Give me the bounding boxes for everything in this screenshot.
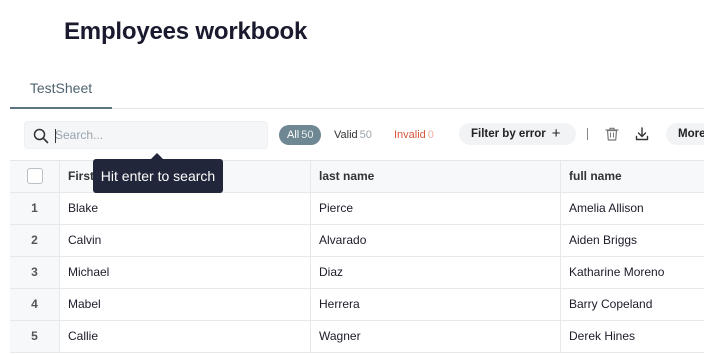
search-input[interactable] bbox=[55, 126, 260, 144]
cell-first-name[interactable]: Michael bbox=[60, 257, 311, 288]
table-row: 2 Calvin Alvarado Aiden Briggs bbox=[10, 225, 704, 257]
filter-invalid-label: Invalid bbox=[394, 129, 426, 141]
search-tooltip: Hit enter to search bbox=[93, 159, 223, 193]
cell-first-name[interactable]: Blake bbox=[60, 193, 311, 224]
cell-last-name[interactable]: Alvarado bbox=[311, 225, 561, 256]
page-title: Employees workbook bbox=[64, 18, 308, 45]
trash-icon[interactable] bbox=[603, 125, 621, 143]
row-index[interactable]: 4 bbox=[10, 289, 60, 320]
toolbar-divider bbox=[587, 128, 588, 140]
cell-full-name[interactable]: Aiden Briggs bbox=[561, 225, 704, 256]
text-caret bbox=[55, 129, 56, 143]
filter-all-pill[interactable]: All 50 bbox=[279, 125, 322, 145]
cell-full-name[interactable]: Katharine Moreno bbox=[561, 257, 704, 288]
filter-valid[interactable]: Valid 50 bbox=[334, 125, 372, 145]
cell-full-name[interactable]: Derek Hines bbox=[561, 321, 704, 352]
cell-first-name[interactable]: Callie bbox=[60, 321, 311, 352]
search-box[interactable] bbox=[24, 121, 268, 149]
column-header-last-name[interactable]: last name bbox=[311, 161, 561, 192]
tab-testsheet[interactable]: TestSheet bbox=[10, 70, 112, 109]
row-index[interactable]: 1 bbox=[10, 193, 60, 224]
column-header-full-name[interactable]: full name bbox=[561, 161, 704, 192]
row-index[interactable]: 3 bbox=[10, 257, 60, 288]
table-row: 5 Callie Wagner Derek Hines bbox=[10, 321, 704, 353]
cell-first-name[interactable]: Mabel bbox=[60, 289, 311, 320]
cell-last-name[interactable]: Diaz bbox=[311, 257, 561, 288]
filter-invalid-count: 0 bbox=[427, 129, 434, 141]
filter-invalid[interactable]: Invalid 0 bbox=[394, 125, 434, 145]
sheet-tabs: TestSheet bbox=[10, 70, 704, 109]
table-row: 4 Mabel Herrera Barry Copeland bbox=[10, 289, 704, 321]
filter-valid-label: Valid bbox=[334, 129, 358, 141]
plus-icon: + bbox=[551, 125, 561, 142]
toolbar: All50 Valid50 Invalid0 Filter by error+ … bbox=[0, 118, 704, 152]
more-button[interactable]: More bbox=[666, 123, 704, 145]
row-index[interactable]: 2 bbox=[10, 225, 60, 256]
cell-last-name[interactable]: Pierce bbox=[311, 193, 561, 224]
cell-last-name[interactable]: Wagner bbox=[311, 321, 561, 352]
cell-full-name[interactable]: Amelia Allison bbox=[561, 193, 704, 224]
cell-last-name[interactable]: Herrera bbox=[311, 289, 561, 320]
cell-full-name[interactable]: Barry Copeland bbox=[561, 289, 704, 320]
cell-first-name[interactable]: Calvin bbox=[60, 225, 311, 256]
search-icon bbox=[33, 128, 49, 144]
select-all-checkbox[interactable] bbox=[26, 167, 43, 184]
row-index[interactable]: 5 bbox=[10, 321, 60, 352]
filter-by-error-button[interactable]: Filter by error + bbox=[459, 123, 576, 145]
filter-all-count: 50 bbox=[301, 129, 314, 141]
filter-all-label: All bbox=[287, 129, 300, 141]
table-row: 1 Blake Pierce Amelia Allison bbox=[10, 193, 704, 225]
filter-by-error-label: Filter by error bbox=[471, 128, 546, 140]
download-icon[interactable] bbox=[633, 125, 651, 143]
select-all-cell bbox=[10, 161, 60, 192]
filter-valid-count: 50 bbox=[359, 129, 372, 141]
table-row: 3 Michael Diaz Katharine Moreno bbox=[10, 257, 704, 289]
